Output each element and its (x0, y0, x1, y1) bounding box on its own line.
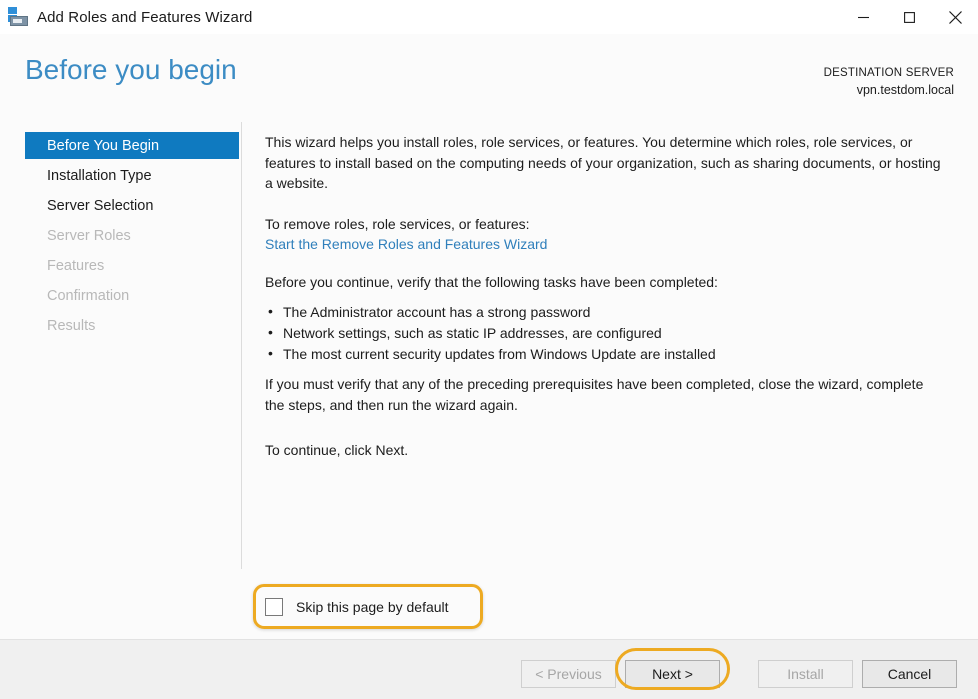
maximize-button[interactable] (886, 0, 932, 34)
sidebar-divider (241, 122, 242, 569)
list-item: The most current security updates from W… (265, 343, 716, 365)
continue-paragraph: To continue, click Next. (265, 442, 409, 458)
install-button: Install (758, 660, 853, 688)
next-button-highlight (615, 648, 730, 690)
intro-paragraph: This wizard helps you install roles, rol… (265, 134, 941, 191)
sidebar-item-confirmation: Confirmation (25, 282, 239, 309)
skip-page-checkbox[interactable] (265, 598, 283, 616)
window-controls (840, 0, 978, 34)
list-item: The Administrator account has a strong p… (265, 301, 716, 323)
sidebar-item-installation-type[interactable]: Installation Type (25, 162, 239, 189)
minimize-button[interactable] (840, 0, 886, 34)
sidebar-item-label: Before You Begin (47, 137, 160, 154)
skip-page-option[interactable]: Skip this page by default (265, 596, 449, 618)
wizard-header: Before you begin DESTINATION SERVER vpn.… (0, 34, 978, 120)
remove-intro-paragraph: To remove roles, role services, or featu… (265, 216, 530, 232)
minimize-icon (857, 16, 869, 18)
cancel-button[interactable]: Cancel (862, 660, 957, 688)
remove-roles-wizard-link[interactable]: Start the Remove Roles and Features Wiza… (265, 234, 547, 255)
sidebar-item-label: Features (47, 257, 105, 274)
wizard-footer: < Previous Next > Install Cancel (0, 639, 978, 699)
server-wizard-icon (8, 7, 28, 27)
close-button[interactable] (932, 0, 978, 34)
sidebar-item-server-roles: Server Roles (25, 222, 239, 249)
close-icon (948, 10, 962, 24)
destination-server-value: vpn.testdom.local (856, 83, 954, 97)
verify-paragraph: If you must verify that any of the prece… (265, 376, 924, 413)
skip-page-label: Skip this page by default (296, 599, 449, 615)
sidebar-item-server-selection[interactable]: Server Selection (25, 192, 239, 219)
sidebar-item-results: Results (25, 312, 239, 339)
page-title: Before you begin (25, 54, 237, 85)
sidebar-item-label: Server Roles (47, 227, 131, 244)
wizard-navigation: Before You Begin Installation Type Serve… (0, 120, 242, 639)
sidebar-item-features: Features (25, 252, 239, 279)
list-item: Network settings, such as static IP addr… (265, 322, 716, 344)
window-title: Add Roles and Features Wizard (37, 8, 253, 26)
maximize-icon (903, 11, 915, 23)
sidebar-item-label: Installation Type (47, 167, 152, 184)
wizard-body: Before You Begin Installation Type Serve… (0, 120, 978, 639)
prerequisites-intro-paragraph: Before you continue, verify that the fol… (265, 274, 718, 290)
sidebar-item-label: Results (47, 317, 96, 334)
prerequisites-list: The Administrator account has a strong p… (265, 301, 716, 365)
sidebar-item-before-you-begin[interactable]: Before You Begin (25, 132, 239, 159)
sidebar-item-label: Server Selection (47, 197, 154, 214)
destination-server-label: DESTINATION SERVER (823, 67, 954, 79)
previous-button: < Previous (521, 660, 616, 688)
sidebar-item-label: Confirmation (47, 287, 130, 304)
destination-server-block: DESTINATION SERVER vpn.testdom.local (824, 65, 954, 98)
title-bar: Add Roles and Features Wizard (0, 0, 978, 34)
